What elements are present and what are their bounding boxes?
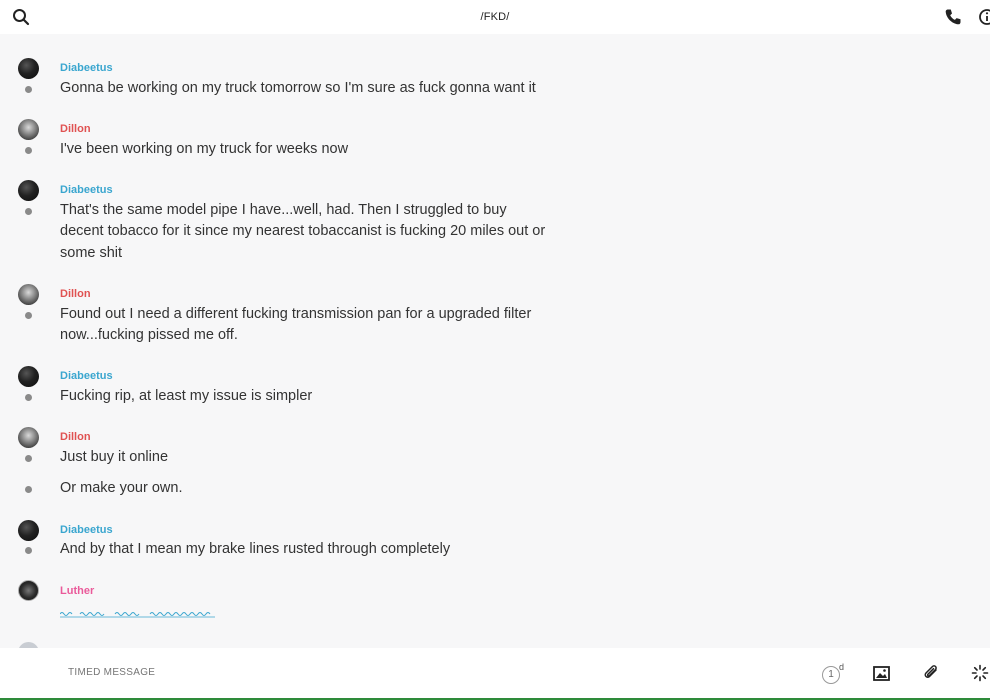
status-dot — [25, 312, 32, 319]
message-list[interactable]: Diabeetus Gonna be working on my truck t… — [0, 34, 990, 648]
status-dot — [25, 455, 32, 462]
avatar[interactable] — [18, 284, 39, 305]
phone-icon[interactable] — [944, 8, 962, 26]
avatar[interactable] — [18, 520, 39, 541]
message-text: Fucking rip, at least my issue is simple… — [60, 388, 313, 404]
author-name[interactable]: Diabeetus — [60, 184, 113, 196]
message-input[interactable] — [68, 667, 768, 678]
sparkle-icon[interactable] — [971, 664, 989, 682]
message-text: Or make your own. — [60, 480, 183, 496]
avatar[interactable] — [18, 180, 39, 201]
message-text: I've been working on my truck for weeks … — [60, 141, 349, 157]
info-icon[interactable] — [978, 8, 990, 26]
avatar[interactable] — [18, 366, 39, 387]
message-text: That's the same model pipe I have...well… — [60, 202, 546, 261]
top-bar: /FKD/ — [0, 0, 990, 34]
status-dot — [25, 147, 32, 154]
author-name[interactable]: Dillon — [60, 431, 91, 443]
status-dot — [25, 208, 32, 215]
status-dot — [25, 486, 32, 493]
message-text: Just buy it online — [60, 449, 169, 465]
paperclip-icon[interactable] — [922, 664, 940, 682]
author-name[interactable]: Dillon — [60, 288, 91, 300]
status-dot — [25, 86, 32, 93]
message-text: Found out I need a different fucking tra… — [60, 306, 532, 344]
typing-indicator-icon — [60, 612, 215, 618]
avatar[interactable] — [18, 58, 39, 79]
composer-bar: 1 d — [0, 648, 990, 700]
author-name[interactable]: Dillon — [60, 123, 91, 135]
timer-value: 1 — [822, 666, 840, 684]
status-dot — [25, 547, 32, 554]
author-name[interactable]: Luther — [60, 585, 94, 597]
image-icon[interactable] — [873, 666, 890, 681]
message-text: And by that I mean my brake lines rusted… — [60, 541, 451, 557]
conversation-title: /FKD/ — [480, 11, 510, 23]
timer-button[interactable]: 1 d — [822, 662, 845, 686]
avatar[interactable] — [18, 427, 39, 448]
author-name[interactable]: Diabeetus — [60, 370, 113, 382]
author-name[interactable]: Diabeetus — [60, 524, 113, 536]
avatar[interactable] — [18, 119, 39, 140]
timer-unit: d — [839, 662, 845, 672]
avatar[interactable] — [18, 580, 39, 601]
status-dot — [25, 394, 32, 401]
message-text: Gonna be working on my truck tomorrow so… — [60, 80, 536, 96]
author-name[interactable]: Diabeetus — [60, 62, 113, 74]
